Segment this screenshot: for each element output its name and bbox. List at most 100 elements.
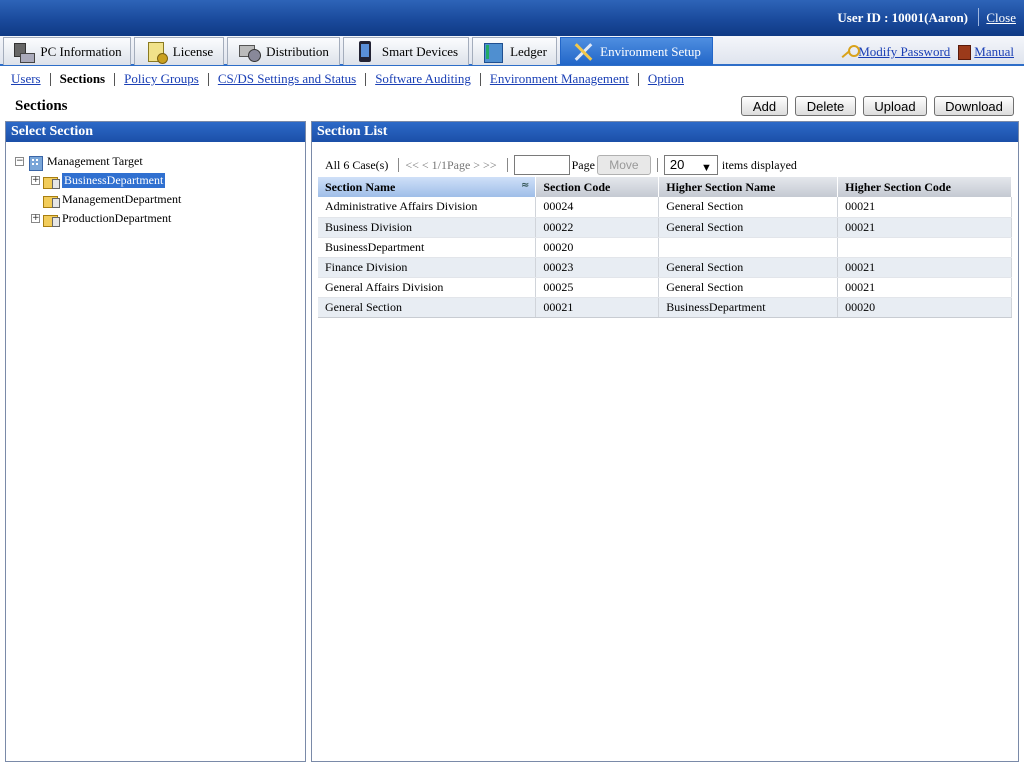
cell-section-name: Business Division	[318, 217, 537, 238]
table-row[interactable]: Finance Division 00023 General Section 0…	[318, 257, 1012, 278]
tree-root[interactable]: − Management Target	[15, 154, 143, 171]
subnav-environment-management[interactable]: Environment Management	[490, 71, 629, 87]
tab-distribution[interactable]: Distribution	[227, 37, 340, 65]
cell-higher-section-name: General Section	[658, 257, 839, 278]
modify-password-link[interactable]: Modify Password	[858, 44, 950, 60]
column-label: Section Name	[325, 179, 396, 194]
page-label: Page	[571, 157, 595, 172]
cell-section-code: 00025	[535, 277, 660, 298]
section-table: Section Name ≈ Section Code Higher Secti…	[318, 177, 1012, 318]
add-button[interactable]: Add	[741, 96, 788, 116]
table-row[interactable]: Business Division 00022 General Section …	[318, 217, 1012, 238]
user-id: User ID : 10001(Aaron)	[837, 10, 968, 25]
tree-node-label: BusinessDepartment	[62, 173, 166, 188]
folder-icon	[43, 174, 60, 189]
column-higher-section-code[interactable]: Higher Section Code	[837, 177, 1012, 197]
tab-label: Environment Setup	[600, 43, 701, 59]
subnav-divider	[479, 72, 481, 86]
tree-node-label: ProductionDepartment	[62, 211, 172, 225]
cell-section-code: 00021	[535, 297, 660, 318]
tree-node-business-department[interactable]: + BusinessDepartment	[31, 173, 166, 189]
tree-node-production-department[interactable]: + ProductionDepartment	[31, 211, 172, 227]
cell-section-code: 00024	[535, 197, 660, 218]
cell-section-code: 00020	[535, 237, 660, 258]
table-row[interactable]: General Section 00021 BusinessDepartment…	[318, 297, 1012, 318]
cell-section-name: Finance Division	[318, 257, 537, 278]
move-button[interactable]: Move	[596, 155, 651, 175]
cell-higher-section-name	[658, 237, 839, 258]
sort-ascending-icon: ≈	[520, 180, 530, 191]
building-icon	[27, 155, 43, 171]
subnav-divider	[365, 72, 367, 86]
cell-higher-section-code	[837, 237, 1012, 258]
manual-link[interactable]: Manual	[974, 44, 1014, 60]
cell-section-name: General Affairs Division	[318, 277, 537, 298]
cell-section-code: 00022	[535, 217, 660, 238]
page-navigation[interactable]: << < 1/1Page > >>	[405, 158, 496, 173]
download-button[interactable]: Download	[934, 96, 1014, 116]
tab-label: Smart Devices	[381, 43, 459, 59]
expand-icon[interactable]: +	[31, 214, 40, 223]
column-section-name[interactable]: Section Name ≈	[318, 177, 537, 197]
section-list-title: Section List	[312, 122, 1018, 142]
header-divider	[978, 8, 979, 26]
subnav-software-auditing[interactable]: Software Auditing	[375, 71, 471, 87]
tree-node-label: ManagementDepartment	[62, 192, 182, 206]
smart-device-icon	[354, 40, 376, 63]
sub-navigation: Users Sections Policy Groups CS/DS Setti…	[11, 71, 684, 87]
subnav-sections[interactable]: Sections	[60, 71, 106, 87]
table-row[interactable]: General Affairs Division 00025 General S…	[318, 277, 1012, 298]
cell-higher-section-name: BusinessDepartment	[658, 297, 839, 318]
table-header-row: Section Name ≈ Section Code Higher Secti…	[318, 177, 1012, 197]
manual-book-icon	[958, 44, 972, 60]
select-section-panel: Select Section − Management Target + Bus…	[5, 121, 306, 762]
table-row[interactable]: BusinessDepartment 00020	[318, 237, 1012, 258]
tab-label: Ledger	[510, 43, 547, 59]
column-higher-section-name[interactable]: Higher Section Name	[658, 177, 839, 197]
subnav-csds-settings[interactable]: CS/DS Settings and Status	[218, 71, 356, 87]
tab-smart-devices[interactable]: Smart Devices	[343, 37, 469, 65]
subnav-users[interactable]: Users	[11, 71, 41, 87]
close-link[interactable]: Close	[986, 10, 1016, 26]
cell-section-name: General Section	[318, 297, 537, 318]
items-per-page-value: 20	[669, 157, 685, 172]
tree-root-label: Management Target	[47, 154, 143, 168]
key-icon	[840, 45, 861, 59]
folder-icon	[43, 193, 60, 208]
tab-pc-information[interactable]: PC Information	[3, 37, 131, 65]
select-section-title: Select Section	[6, 122, 305, 142]
pager: All 6 Case(s) << < 1/1Page > >> Page Mov…	[325, 155, 797, 175]
tree-node-management-department[interactable]: ManagementDepartment	[43, 192, 182, 208]
pager-divider	[506, 158, 508, 172]
page-title: Sections	[15, 98, 68, 114]
license-icon	[145, 41, 168, 64]
cell-higher-section-name: General Section	[658, 197, 839, 218]
subnav-policy-groups[interactable]: Policy Groups	[124, 71, 199, 87]
delete-button[interactable]: Delete	[795, 96, 856, 116]
column-section-code[interactable]: Section Code	[535, 177, 660, 197]
cell-higher-section-name: General Section	[658, 217, 839, 238]
cell-section-code: 00023	[535, 257, 660, 278]
subnav-option[interactable]: Option	[648, 71, 684, 87]
subnav-divider	[207, 72, 209, 86]
pager-divider	[656, 158, 658, 172]
pc-icon	[12, 41, 36, 63]
table-row[interactable]: Administrative Affairs Division 00024 Ge…	[318, 197, 1012, 218]
page-number-input[interactable]	[513, 155, 570, 175]
tab-license[interactable]: License	[134, 37, 224, 65]
expand-icon[interactable]: +	[31, 176, 40, 185]
cell-section-name: BusinessDepartment	[318, 237, 537, 258]
items-per-page-select[interactable]: 20 ▼	[663, 155, 718, 175]
subnav-divider	[114, 72, 116, 86]
cell-section-name: Administrative Affairs Division	[318, 197, 537, 218]
collapse-icon[interactable]: −	[15, 157, 24, 166]
cell-higher-section-code: 00021	[837, 217, 1012, 238]
tab-environment-setup[interactable]: Environment Setup	[560, 37, 713, 65]
tab-label: Distribution	[266, 43, 329, 59]
upload-button[interactable]: Upload	[863, 96, 927, 116]
cell-higher-section-code: 00021	[837, 197, 1012, 218]
tab-ledger[interactable]: Ledger	[472, 37, 557, 65]
tools-icon	[572, 41, 594, 63]
cell-higher-section-code: 00020	[837, 297, 1012, 318]
chevron-down-icon: ▼	[701, 162, 712, 174]
